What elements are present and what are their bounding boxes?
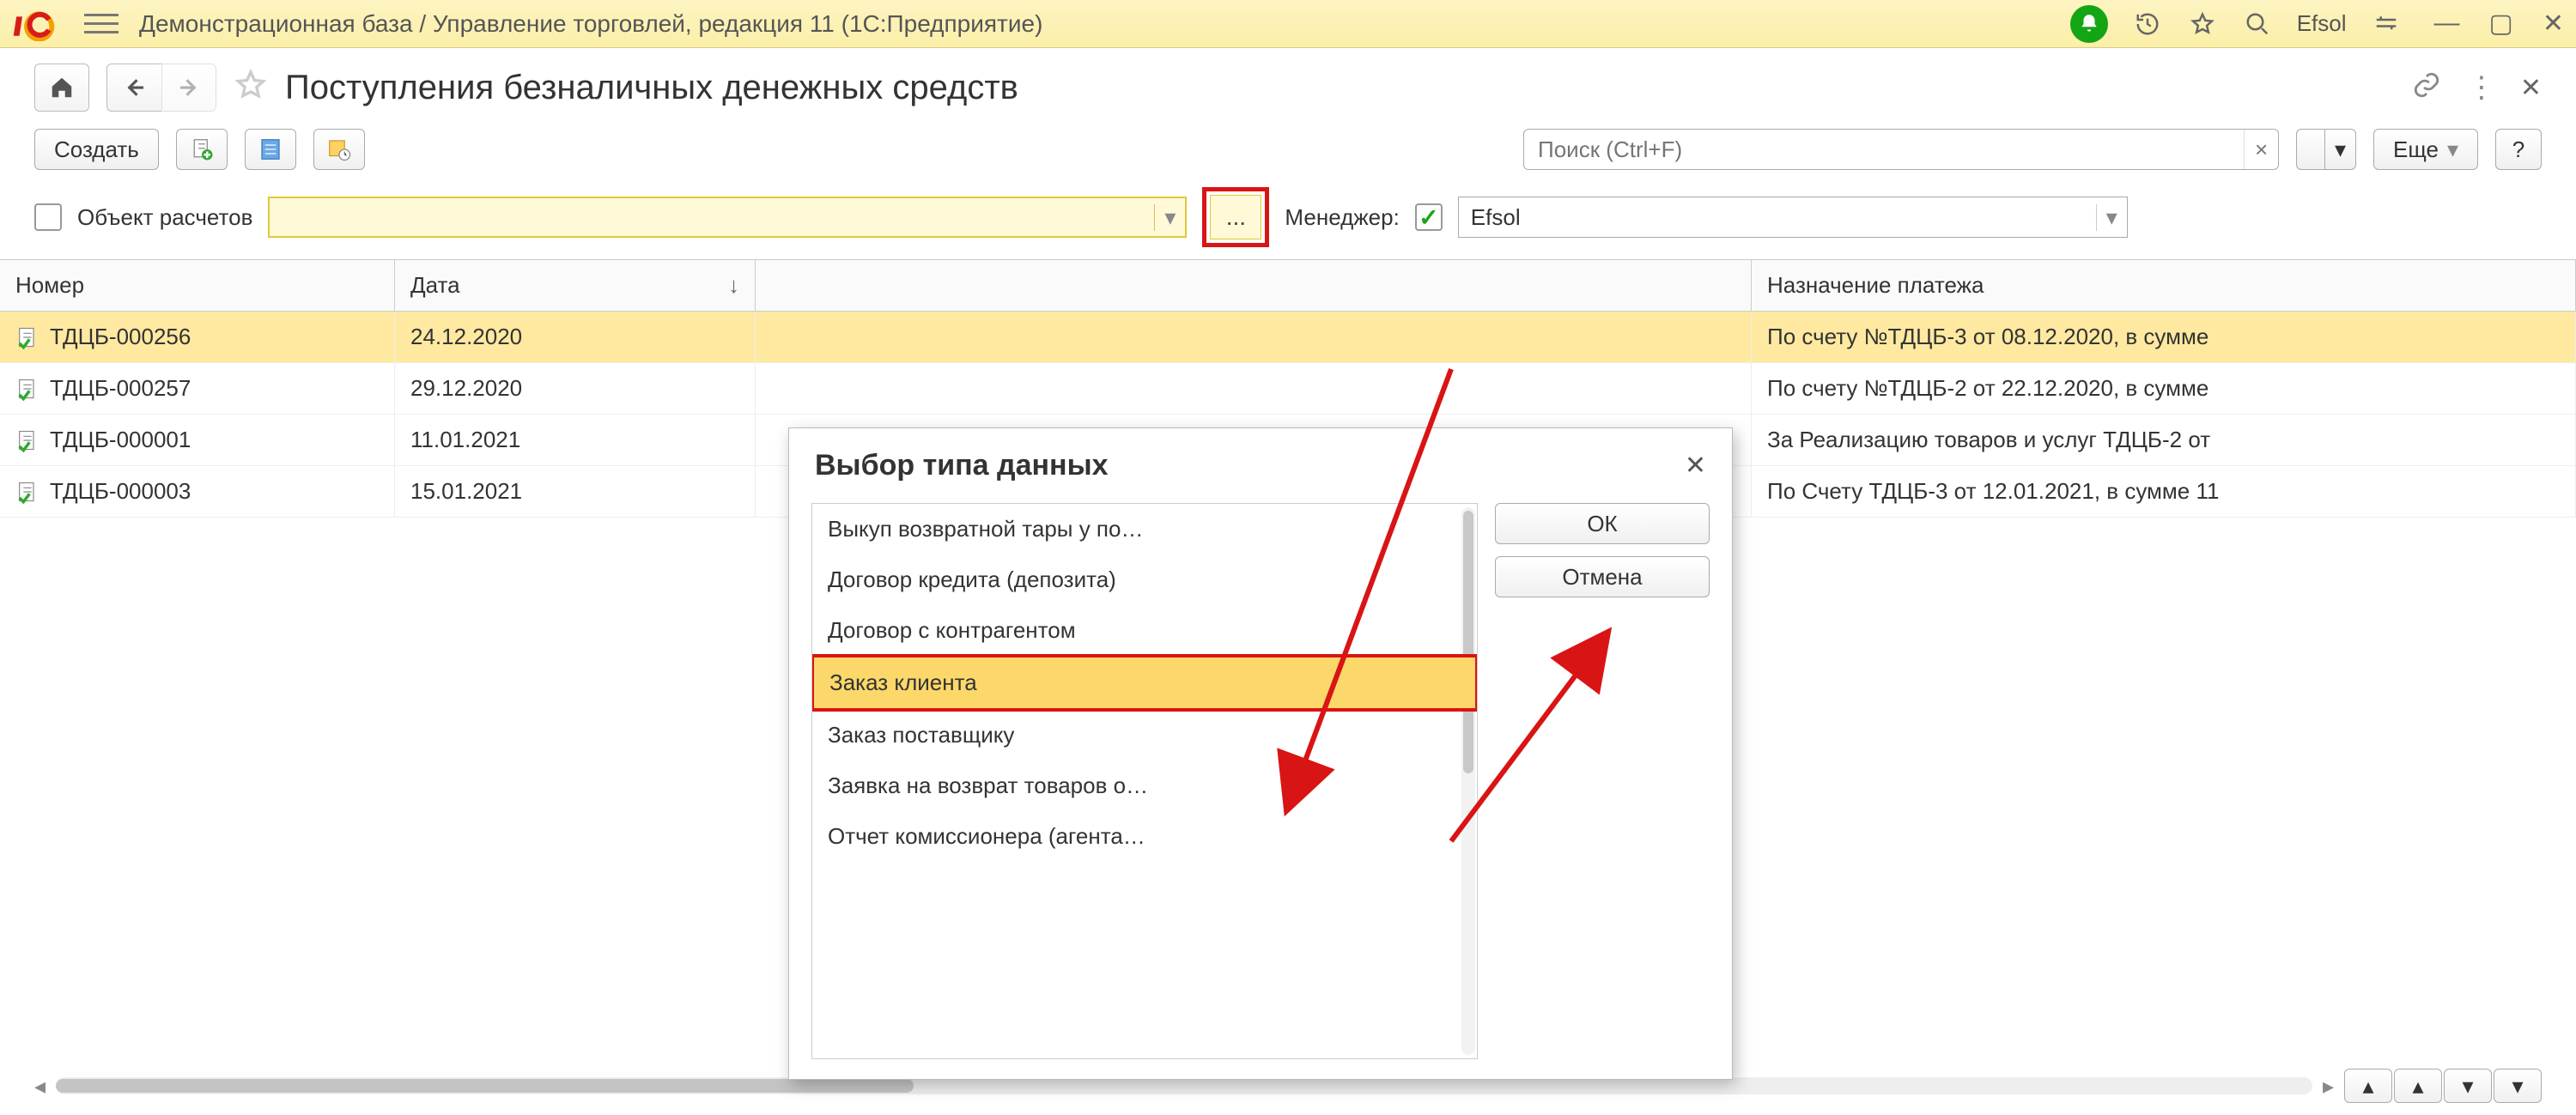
object-select-button[interactable]: ... [1210, 195, 1261, 239]
table-row[interactable]: ТДЦБ-00025624.12.2020По счету №ТДЦБ-3 от… [0, 312, 2576, 363]
table-header: Номер Дата↓ Назначение платежа [0, 260, 2576, 312]
settings-icon[interactable] [2371, 9, 2402, 39]
type-list-item[interactable]: Договор кредита (депозита) [812, 554, 1477, 605]
more-button[interactable]: Еще▾ [2373, 129, 2478, 170]
help-button[interactable]: ? [2495, 129, 2542, 170]
user-label[interactable]: Efsol [2297, 10, 2347, 37]
col-mid[interactable] [756, 260, 1752, 311]
type-list-item[interactable]: Заявка на возврат товаров о… [812, 761, 1477, 811]
select-type-dialog: Выбор типа данных ✕ Выкуп возвратной тар… [788, 427, 1733, 1080]
dialog-close-icon[interactable]: ✕ [1685, 451, 1706, 481]
create-button[interactable]: Создать [34, 129, 159, 170]
manager-filter-combo[interactable]: Efsol ▾ [1458, 197, 2128, 238]
cancel-button[interactable]: Отмена [1495, 556, 1710, 597]
home-button[interactable] [34, 64, 89, 112]
page-title: Поступления безналичных денежных средств [285, 69, 1018, 107]
manager-filter-checkbox[interactable] [1415, 203, 1443, 231]
window-close-icon[interactable]: ✕ [2543, 9, 2564, 39]
nav-back-button[interactable] [106, 64, 161, 112]
nav-last-icon[interactable]: ▾ [2494, 1069, 2542, 1103]
star-icon[interactable] [2187, 9, 2218, 39]
notifications-icon[interactable] [2070, 5, 2108, 43]
scrollbar-thumb[interactable] [1463, 511, 1473, 773]
object-filter-checkbox[interactable] [34, 203, 62, 231]
search-clear-icon[interactable]: × [2244, 130, 2278, 169]
document-icon [15, 377, 39, 401]
scrollbar-h-thumb[interactable] [56, 1079, 914, 1093]
period-button[interactable] [313, 129, 365, 170]
nav-next-icon[interactable]: ▾ [2444, 1069, 2492, 1103]
col-number[interactable]: Номер [0, 260, 395, 311]
object-filter-label: Объект расчетов [77, 204, 252, 231]
more-menu-icon[interactable]: ⋮ [2467, 70, 2494, 105]
document-icon [15, 428, 39, 452]
nav-prev-icon[interactable]: ▴ [2394, 1069, 2442, 1103]
scroll-left-icon[interactable]: ◂ [34, 1073, 46, 1100]
list-button[interactable] [245, 129, 296, 170]
nav-forward-button[interactable] [161, 64, 216, 112]
highlight-box-ellipsis: ... [1202, 187, 1269, 247]
favorite-toggle-icon[interactable] [234, 68, 268, 108]
type-list-item[interactable]: Выкуп возвратной тары у по… [812, 504, 1477, 554]
search-icon[interactable] [2242, 9, 2273, 39]
search-input[interactable] [1524, 136, 2244, 163]
filter-row: Объект расчетов ▾ ... Менеджер: Efsol ▾ [0, 184, 2576, 259]
type-list-item[interactable]: Отчет комиссионера (агента… [812, 811, 1477, 862]
create-from-button[interactable] [176, 129, 228, 170]
close-page-icon[interactable]: ✕ [2520, 73, 2542, 103]
sort-indicator-icon: ↓ [728, 272, 739, 299]
page-header: Поступления безналичных денежных средств… [0, 48, 2576, 120]
dialog-title: Выбор типа данных [815, 449, 1109, 482]
scrollbar-vertical[interactable] [1461, 507, 1475, 1055]
type-list-item[interactable]: Заказ клиента [811, 654, 1478, 712]
window-maximize-icon[interactable]: ▢ [2489, 9, 2513, 39]
scrollbar-horizontal[interactable] [56, 1077, 2312, 1094]
object-filter-dropdown-icon[interactable]: ▾ [1154, 204, 1185, 231]
toolbar: Создать × ▾ Еще▾ ? [0, 120, 2576, 184]
logo-1c [12, 7, 64, 41]
hamburger-icon[interactable] [84, 7, 118, 41]
table-row[interactable]: ТДЦБ-00025729.12.2020По счету №ТДЦБ-2 от… [0, 363, 2576, 415]
type-list[interactable]: Выкуп возвратной тары у по…Договор креди… [811, 503, 1478, 1059]
window-minimize-icon[interactable]: — [2434, 9, 2460, 39]
col-purpose[interactable]: Назначение платежа [1752, 260, 2576, 311]
search-box[interactable]: × [1523, 129, 2279, 170]
type-list-item[interactable]: Заказ поставщику [812, 710, 1477, 761]
document-icon [15, 325, 39, 349]
window-titlebar: Демонстрационная база / Управление торго… [0, 0, 2576, 48]
search-button[interactable] [2296, 129, 2325, 170]
search-dropdown-icon[interactable]: ▾ [2325, 129, 2356, 170]
object-filter-combo[interactable]: ▾ [268, 197, 1187, 238]
manager-filter-value: Efsol [1459, 204, 2096, 231]
nav-first-icon[interactable]: ▴ [2344, 1069, 2392, 1103]
object-filter-input[interactable] [270, 204, 1154, 231]
history-icon[interactable] [2132, 9, 2163, 39]
col-date[interactable]: Дата↓ [395, 260, 756, 311]
link-icon[interactable] [2412, 70, 2441, 106]
document-icon [15, 480, 39, 504]
window-title: Демонстрационная база / Управление торго… [139, 10, 1042, 38]
type-list-item[interactable]: Договор с контрагентом [812, 605, 1477, 656]
ok-button[interactable]: ОК [1495, 503, 1710, 544]
manager-filter-label: Менеджер: [1285, 204, 1399, 231]
manager-filter-dropdown-icon[interactable]: ▾ [2096, 204, 2127, 231]
scroll-right-icon[interactable]: ▸ [2323, 1073, 2334, 1100]
